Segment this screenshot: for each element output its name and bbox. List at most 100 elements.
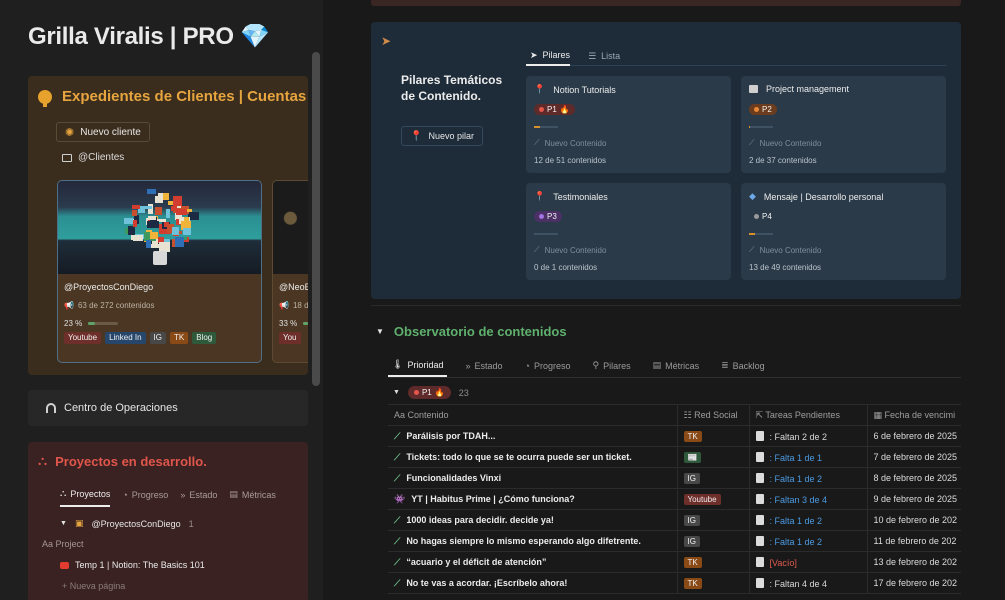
table-row[interactable]: ⟋ 1000 ideas para decidir. decide ya! IG: … [388, 509, 961, 531]
content-cell[interactable]: ⟋ No te vas a acordar. ¡Escríbelo ahora! [388, 572, 677, 594]
date-cell[interactable]: 8 de febrero de 2025 [866, 467, 961, 489]
projects-group[interactable]: ▼ ▣ @ProyectosConDiego 1 [60, 518, 194, 529]
content-cell[interactable]: ⟋ Parálisis por TDAH... [388, 425, 677, 447]
date-cell[interactable]: 13 de febrero de 202 [866, 551, 961, 573]
column-header-fecha[interactable]: ▦ Fecha de vencimi [866, 404, 961, 426]
tab-proyectos[interactable]: ⛬ Proyectos [60, 488, 111, 507]
clients-db-link[interactable]: @Clientes [62, 152, 124, 163]
tasks-cell[interactable]: : Falta 1 de 2 [748, 509, 867, 531]
network-cell[interactable]: IG [676, 509, 749, 531]
content-cell[interactable]: ⟋ Tickets: todo lo que se te ocurra puede… [388, 446, 677, 468]
new-page-button[interactable]: + Nueva página [62, 581, 125, 591]
date-cell[interactable]: 7 de febrero de 2025 [866, 446, 961, 468]
date-cell[interactable]: 10 de febrero de 202 [866, 509, 961, 531]
tab-progreso[interactable]: ◔ Progreso [122, 488, 168, 507]
priority-group[interactable]: ▼ P1 🔥 23 [393, 386, 469, 399]
calendar-icon: ▦ [873, 409, 883, 420]
magic-wand-icon: ⟋ [394, 556, 401, 567]
column-header-tareas[interactable]: ⇱ Tareas Pendientes [748, 404, 867, 426]
tab-prioridad[interactable]: 🌡 Prioridad [388, 354, 448, 377]
tasks-cell[interactable]: : Faltan 4 de 4 [748, 572, 867, 594]
tasks-cell[interactable]: : Faltan 2 de 2 [748, 425, 867, 447]
operations-center-link[interactable]: Centro de Operaciones [28, 390, 308, 426]
content-cell[interactable]: ⟋ “acuario y el déficit de atención” [388, 551, 677, 573]
projects-group-label: @ProyectosConDiego [91, 518, 181, 529]
network-cell[interactable]: 📰 [676, 446, 749, 468]
tasks-cell[interactable]: [Vacío] [748, 551, 867, 573]
navigation-arrow-icon: ➤ [530, 49, 538, 60]
date-cell[interactable]: 6 de febrero de 2025 [866, 425, 961, 447]
triangle-down-icon: ▼ [60, 520, 67, 527]
pillar-card[interactable]: 📍 Testimoniales P3 ⟋ Nuevo Contenido 0 de … [526, 183, 731, 280]
table-row[interactable]: ⟋ Funcionalidades Vinxi IG: Falta 1 de 2 8 … [388, 467, 961, 489]
date-cell[interactable]: 9 de febrero de 2025 [866, 488, 961, 510]
new-content-button[interactable]: ⟋ Nuevo Contenido [534, 245, 606, 255]
document-icon [755, 493, 764, 504]
observatory-toggle[interactable]: ▼ Observatorio de contenidos [376, 324, 567, 339]
priority-label: P4 [762, 212, 772, 221]
new-pillar-button[interactable]: 📍 Nuevo pilar [401, 126, 483, 146]
pin-icon: 📍 [534, 191, 546, 201]
scrollbar[interactable] [312, 52, 320, 386]
tab-metricas[interactable]: ▤ Métricas [649, 354, 704, 377]
pillar-card[interactable]: ◆ Mensaje | Desarrollo personal P4 ⟋ Nuevo… [741, 183, 946, 280]
table-row[interactable]: 👾 YT | Habitus Prime | ¿Cómo funciona? You… [388, 488, 961, 510]
priority-dot [754, 107, 759, 112]
table-row[interactable]: ⟋ “acuario y el déficit de atención” TK [Va… [388, 551, 961, 573]
tasks-cell[interactable]: : Falta 1 de 2 [748, 530, 867, 552]
tasks-cell[interactable]: : Falta 1 de 2 [748, 467, 867, 489]
content-cell[interactable]: ⟋ No hagas siempre lo mismo esperando alg… [388, 530, 677, 552]
content-cell[interactable]: ⟋ Funcionalidades Vinxi [388, 467, 677, 489]
client-card[interactable]: @ProyectosConDiego 📢 63 de 272 contenidos… [57, 180, 262, 363]
tab-pilares[interactable]: ➤ Pilares [526, 46, 571, 66]
document-icon [755, 514, 764, 525]
tab-estado[interactable]: » Estado [180, 488, 217, 507]
mosaic-tile [171, 206, 178, 212]
date-cell[interactable]: 11 de febrero de 202 [866, 530, 961, 552]
table-row[interactable]: ⟋ No te vas a acordar. ¡Escríbelo ahora! T… [388, 572, 961, 594]
column-header-contenido[interactable]: Aa Contenido [388, 404, 677, 426]
tab-pilares[interactable]: ⚲ Pilares [588, 354, 634, 377]
content-cell[interactable]: ⟋ 1000 ideas para decidir. decide ya! [388, 509, 677, 531]
pillar-progress-bar [749, 126, 773, 128]
pillar-card[interactable]: Project management P2 ⟋ Nuevo Contenido 2… [741, 76, 946, 173]
date-cell[interactable]: 17 de febrero de 202 [866, 572, 961, 594]
tab-progreso[interactable]: ◔ Progreso [521, 354, 575, 377]
network-cell[interactable]: TK [676, 572, 749, 594]
new-content-button[interactable]: ⟋ Nuevo Contenido [534, 138, 606, 148]
tab-label: Estado [189, 489, 218, 500]
network-cell[interactable]: IG [676, 530, 749, 552]
network-cell[interactable]: TK [676, 425, 749, 447]
navigation-arrow-icon: ➤ [381, 34, 392, 48]
tasks-text: : Faltan 4 de 4 [769, 578, 828, 589]
client-count-text: 18 d [292, 301, 308, 310]
network-cell[interactable]: TK [676, 551, 749, 573]
client-card[interactable]: @NeoB 📢 18 d 33 % You [272, 180, 308, 363]
pillar-card[interactable]: 📍 Notion Tutorials P1 🔥 ⟋ Nuevo Contenido 1… [526, 76, 731, 173]
tab-estado[interactable]: » Estado [461, 354, 506, 377]
new-content-button[interactable]: ⟋ Nuevo Contenido [749, 138, 821, 148]
network-cell[interactable]: IG [676, 467, 749, 489]
content-title: No hagas siempre lo mismo esperando algo… [406, 535, 641, 546]
table-row[interactable]: ⟋ Tickets: todo lo que se te ocurra puede… [388, 446, 961, 468]
observatory-heading: Observatorio de contenidos [393, 324, 567, 339]
client-tags: Youtube Linked In IG TK Blog [64, 332, 260, 344]
projects-tabs: ⛬ Proyectos ◔ Progreso » Estado ▤ Métricas [60, 488, 276, 507]
document-icon [755, 556, 764, 567]
sparkle-icon: ✺ [65, 126, 75, 139]
projects-header: ⛬ Proyectos en desarrollo. [38, 453, 207, 469]
project-row[interactable]: Temp 1 | Notion: The Basics 101 [60, 560, 205, 570]
tasks-cell[interactable]: : Faltan 3 de 4 [748, 488, 867, 510]
column-header-red-social[interactable]: ☷ Red Social [676, 404, 749, 426]
new-client-button[interactable]: ✺ Nuevo cliente [56, 122, 150, 142]
table-row[interactable]: ⟋ Parálisis por TDAH... TK: Faltan 2 de 2 6… [388, 425, 961, 447]
tab-lista[interactable]: ☰ Lista [584, 46, 620, 66]
content-cell[interactable]: 👾 YT | Habitus Prime | ¿Cómo funciona? [388, 488, 677, 510]
tab-backlog[interactable]: ≣ Backlog [717, 354, 769, 377]
tab-metricas[interactable]: ▤ Métricas [229, 488, 276, 507]
new-content-button[interactable]: ⟋ Nuevo Contenido [749, 245, 821, 255]
tasks-cell[interactable]: : Falta 1 de 1 [748, 446, 867, 468]
network-cell[interactable]: Youtube [676, 488, 749, 510]
table-row[interactable]: ⟋ No hagas siempre lo mismo esperando alg… [388, 530, 961, 552]
text-type-icon: Aa [394, 410, 406, 420]
